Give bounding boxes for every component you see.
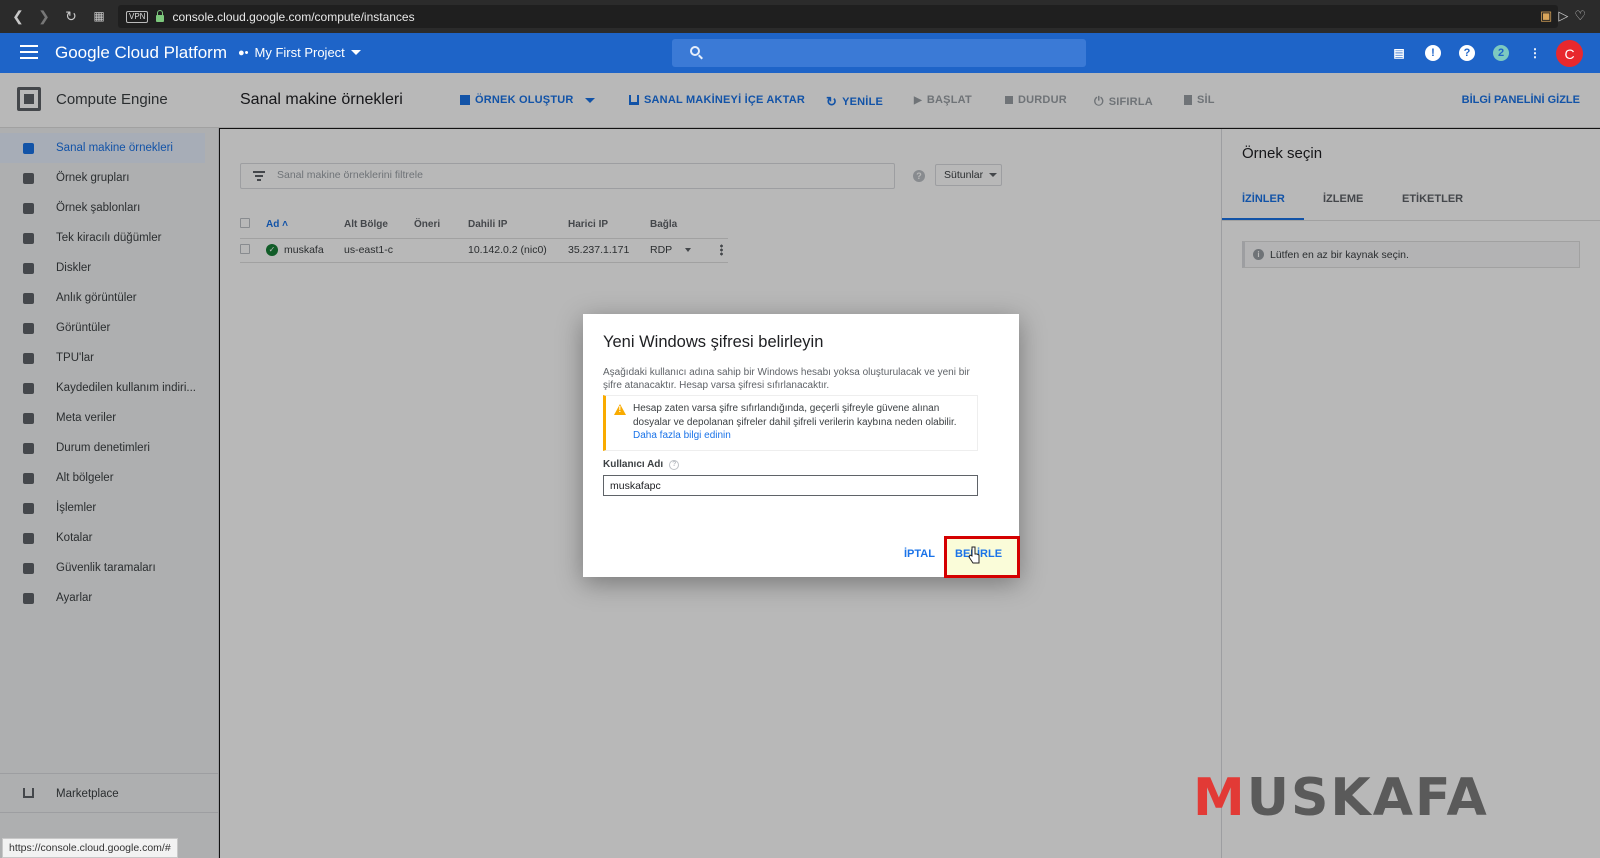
forward-icon[interactable]: ❯ — [31, 3, 57, 29]
help-icon[interactable]: ? — [1459, 45, 1475, 61]
back-icon[interactable]: ❮ — [5, 3, 31, 29]
hand-cursor-icon — [968, 546, 980, 564]
search-input[interactable] — [672, 39, 1086, 67]
notification-icon[interactable]: ! — [1425, 45, 1441, 61]
warning-icon — [614, 404, 626, 415]
username-label: Kullanıcı Adı ? — [603, 459, 680, 470]
reload-icon[interactable]: ↻ — [58, 3, 84, 29]
address-url[interactable]: console.cloud.google.com/compute/instanc… — [172, 10, 414, 24]
status-bar-url: https://console.cloud.google.com/# — [2, 838, 178, 858]
username-field[interactable] — [603, 475, 978, 496]
address-bar[interactable]: VPN console.cloud.google.com/compute/ins… — [118, 5, 1558, 28]
extension-cube-icon[interactable]: ▣ — [1540, 8, 1552, 24]
set-password-dialog: Yeni Windows şifresi belirleyin Aşağıdak… — [583, 314, 1020, 578]
dialog-description: Aşağıdaki kullanıcı adına sahip bir Wind… — [603, 367, 970, 391]
watermark-logo: MUSKAFA — [1193, 768, 1489, 828]
menu-icon[interactable] — [20, 45, 38, 59]
cloud-shell-icon[interactable]: ▤ — [1391, 45, 1407, 61]
project-picker[interactable]: ●• My First Project — [238, 45, 361, 60]
lock-icon — [156, 9, 165, 22]
help-icon[interactable]: ? — [669, 459, 680, 470]
browser-toolbar: ❮ ❯ ↻ ▦ VPN console.cloud.google.com/com… — [0, 0, 1600, 33]
search-icon — [690, 46, 700, 56]
project-name: My First Project — [254, 45, 345, 60]
warning-box: Hesap zaten varsa şifre sıfırlandığında,… — [603, 395, 978, 451]
vpn-badge[interactable]: VPN — [126, 10, 149, 23]
chevron-down-icon — [350, 50, 361, 55]
brand-title[interactable]: Google Cloud Platform — [55, 43, 227, 63]
tabs-grid-icon[interactable]: ▦ — [86, 3, 112, 29]
project-icon: ●• — [238, 46, 249, 59]
avatar[interactable]: C — [1556, 40, 1583, 67]
notification-count-icon[interactable]: 2 — [1493, 45, 1509, 61]
gcp-header: Google Cloud Platform ●• My First Projec… — [0, 33, 1600, 73]
learn-more-link[interactable]: Daha fazla bilgi edinin — [633, 430, 731, 441]
send-icon[interactable]: ▷ — [1558, 8, 1568, 24]
dialog-title: Yeni Windows şifresi belirleyin — [603, 333, 824, 351]
cancel-button[interactable]: İPTAL — [904, 548, 935, 560]
warning-text: Hesap zaten varsa şifre sıfırlandığında,… — [633, 403, 957, 441]
more-vert-icon[interactable]: ⋮ — [1527, 45, 1543, 61]
browser-extensions: ▣ ▷ ♡ — [1540, 8, 1586, 24]
heart-icon[interactable]: ♡ — [1574, 8, 1586, 24]
